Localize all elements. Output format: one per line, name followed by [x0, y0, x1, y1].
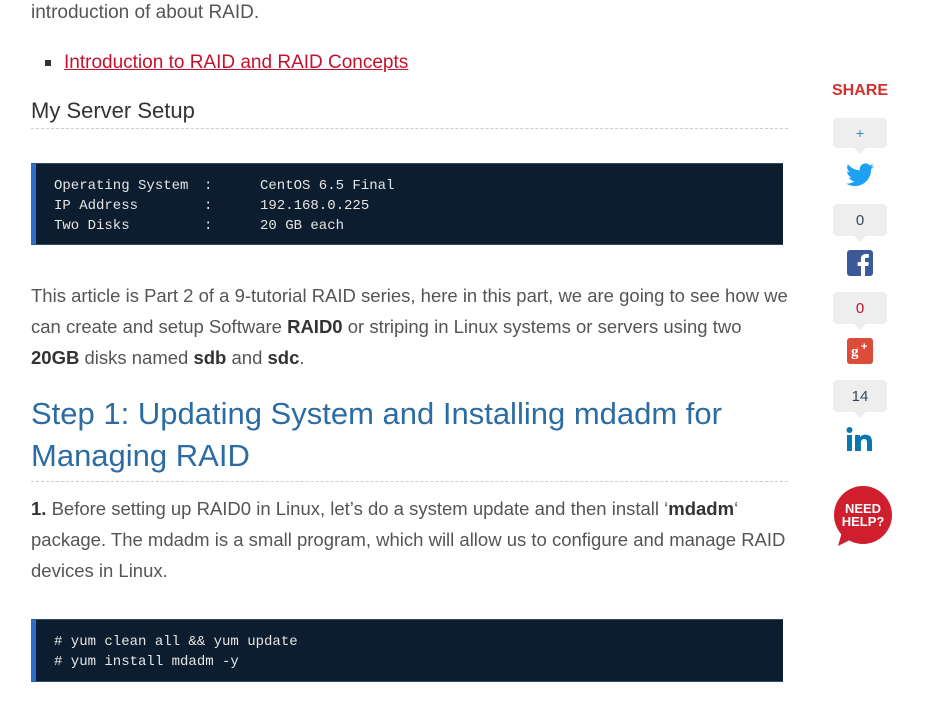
twitter-icon[interactable]: [845, 160, 875, 190]
bullet-icon: [45, 60, 51, 66]
twitter-share: +: [832, 118, 888, 190]
code-line: IP Address: 192.168.0.225: [54, 196, 783, 216]
facebook-count-badge[interactable]: 0: [833, 204, 887, 242]
share-title: SHARE: [832, 82, 889, 99]
step1-paragraph: 1. Before setting up RAID0 in Linux, let…: [31, 493, 788, 586]
list-item: Introduction to RAID and RAID Concepts: [31, 52, 408, 74]
bold-text: sdc: [267, 347, 300, 368]
bold-text: mdadm: [668, 498, 735, 519]
text-span: or striping in Linux systems or servers …: [342, 316, 742, 337]
text-span: .: [299, 347, 305, 368]
linkedin-count-badge[interactable]: 14: [833, 380, 887, 418]
intro-tail-text: introduction of about RAID.: [31, 2, 260, 23]
related-links-list: Introduction to RAID and RAID Concepts: [31, 52, 408, 74]
google-plus-icon[interactable]: g +: [845, 336, 875, 366]
linkedin-share: 14: [832, 380, 888, 454]
article-intro-paragraph: This article is Part 2 of a 9-tutorial R…: [31, 280, 788, 373]
raid-intro-link[interactable]: Introduction to RAID and RAID Concepts: [64, 52, 408, 74]
bold-text: RAID0: [287, 316, 343, 337]
step-number: 1.: [31, 498, 47, 519]
text-span: disks named: [79, 347, 194, 368]
code-sep: :: [204, 218, 213, 234]
server-setup-code-block: Operating System: CentOS 6.5 Final IP Add…: [31, 163, 783, 245]
text-span: Before setting up RAID0 in Linux, let’s …: [46, 498, 669, 519]
code-sep: :: [204, 198, 213, 214]
code-key: Operating System: [54, 178, 189, 194]
google-plus-share: 0 g +: [832, 292, 888, 366]
code-value: 192.168.0.225: [260, 198, 370, 214]
code-value: CentOS 6.5 Final: [260, 178, 395, 194]
share-sidebar: SHARE + 0 0 g + 14: [832, 82, 888, 468]
twitter-count-badge[interactable]: +: [833, 118, 887, 154]
code-key: Two Disks: [54, 218, 130, 234]
code-line: # yum install mdadm -y: [54, 654, 239, 670]
code-line: Two Disks: 20 GB each: [54, 216, 783, 236]
code-value: 20 GB each: [260, 218, 345, 234]
linkedin-icon[interactable]: [845, 424, 875, 454]
step1-heading: Step 1: Updating System and Installing m…: [31, 393, 788, 482]
help-line-2: HELP?: [842, 514, 885, 529]
code-line: Operating System: CentOS 6.5 Final: [54, 176, 783, 196]
google-plus-count-badge[interactable]: 0: [833, 292, 887, 330]
bold-text: 20GB: [31, 347, 80, 368]
bold-text: sdb: [193, 347, 227, 368]
need-help-badge[interactable]: NEED HELP?: [832, 486, 894, 546]
code-sep: :: [204, 178, 213, 194]
facebook-share: 0: [832, 204, 888, 278]
code-key: IP Address: [54, 198, 139, 214]
svg-text:g: g: [851, 344, 859, 360]
facebook-icon[interactable]: [845, 248, 875, 278]
server-setup-heading: My Server Setup: [31, 98, 788, 129]
command-code-block: # yum clean all && yum update # yum inst…: [31, 619, 783, 682]
code-line: # yum clean all && yum update: [54, 634, 298, 650]
svg-text:+: +: [861, 341, 867, 353]
text-span: and: [226, 347, 268, 368]
